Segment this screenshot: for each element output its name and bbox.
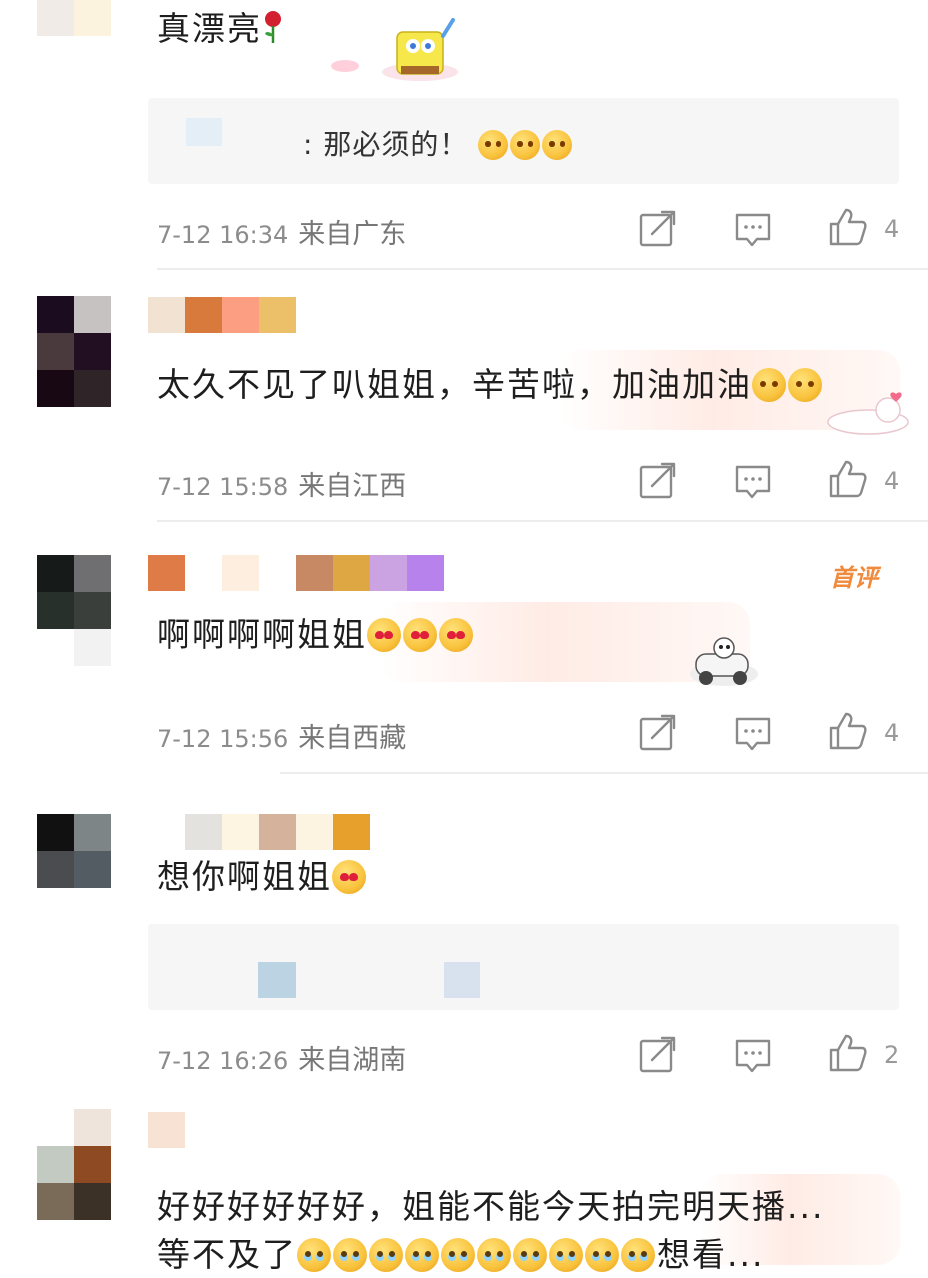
comment-location: 来自江西 <box>298 471 407 502</box>
avatar[interactable] <box>37 0 111 36</box>
first-comment-badge: 首评 <box>830 564 878 592</box>
comment-meta: 7-12 16:34 来自广东 <box>157 212 406 251</box>
comment-location: 来自广东 <box>298 219 407 250</box>
comment-icon[interactable] <box>733 1036 773 1076</box>
hug-emoji <box>752 368 786 402</box>
comment-time: 7-12 16:34 <box>157 221 289 249</box>
pleading-face-emoji <box>441 1238 475 1272</box>
comment-meta: 7-12 15:58 来自江西 <box>157 464 406 503</box>
pleading-face-emoji <box>477 1238 511 1272</box>
heart-eyes-emoji <box>439 618 473 652</box>
username-mosaic[interactable] <box>185 814 370 850</box>
comment-location: 来自湖南 <box>298 1045 407 1076</box>
avatar[interactable] <box>37 555 111 666</box>
pleading-face-emoji <box>621 1238 655 1272</box>
heart-eyes-emoji <box>403 618 437 652</box>
avatar[interactable] <box>37 296 111 407</box>
pleading-face-emoji <box>333 1238 367 1272</box>
comment-text: 啊啊啊啊姐姐 <box>157 612 475 658</box>
reply-box[interactable] <box>148 924 899 1010</box>
smile-emoji <box>510 130 541 160</box>
thumbs-up-icon[interactable] <box>828 207 868 247</box>
share-icon[interactable] <box>638 712 678 752</box>
rose-emoji <box>262 10 284 44</box>
comment-text-line2: 等不及了 想看... <box>157 1235 765 1274</box>
avatar[interactable] <box>37 814 111 888</box>
pleading-face-emoji <box>369 1238 403 1272</box>
reply-box[interactable]: : 那必须的！ <box>148 98 899 184</box>
comment-time: 7-12 15:56 <box>157 725 289 753</box>
love-struck-emoji <box>332 860 366 894</box>
comment-text-line1: 好好好好好好，姐能不能今天拍完明天播... <box>157 1187 825 1226</box>
comment-text: 真漂亮 <box>157 6 284 52</box>
cat-sticker <box>818 388 910 436</box>
reply-author-mosaic <box>186 118 222 146</box>
pleading-face-emoji <box>297 1238 331 1272</box>
thumbs-up-icon[interactable] <box>828 459 868 499</box>
username-mosaic[interactable] <box>148 1112 185 1148</box>
username-mosaic[interactable] <box>148 555 444 591</box>
comment-text: 想你啊姐姐 <box>157 854 368 900</box>
thumbs-up-icon[interactable] <box>828 711 868 751</box>
comment-1: 真漂亮 : 那必须的！ 7-12 16:34 来自广东 4 <box>0 0 928 270</box>
pleading-face-emoji <box>513 1238 547 1272</box>
reply-text: : 那必须的！ <box>303 123 574 163</box>
comment-meta: 7-12 16:26 来自湖南 <box>157 1038 406 1077</box>
pleading-face-emoji <box>585 1238 619 1272</box>
share-icon[interactable] <box>638 460 678 500</box>
comment-4: 想你啊姐姐 7-12 16:26 来自湖南 2 <box>0 774 928 1104</box>
comment-icon[interactable] <box>733 714 773 754</box>
race-car-sticker <box>684 632 764 690</box>
smile-emoji <box>542 130 573 160</box>
reply-author-mosaic <box>444 962 480 998</box>
reply-author-mosaic <box>258 962 296 998</box>
comment-icon[interactable] <box>733 462 773 502</box>
comment-location: 来自西藏 <box>298 723 407 754</box>
share-icon[interactable] <box>638 1034 678 1074</box>
heart-eyes-emoji <box>367 618 401 652</box>
comment-3: 首评 啊啊啊啊姐姐 7-12 15:56 来自西藏 4 <box>0 522 928 774</box>
comment-time: 7-12 16:26 <box>157 1047 289 1075</box>
pleading-face-emoji <box>405 1238 439 1272</box>
comment-time: 7-12 15:58 <box>157 473 289 501</box>
like-count: 2 <box>884 1041 900 1069</box>
comment-2: 太久不见了叭姐姐，辛苦啦，加油加油 7-12 15:58 来自江西 4 <box>0 270 928 522</box>
pleading-face-emoji <box>549 1238 583 1272</box>
username-mosaic[interactable] <box>148 297 296 333</box>
comment-icon[interactable] <box>733 210 773 250</box>
like-count: 4 <box>884 467 900 495</box>
share-icon[interactable] <box>638 208 678 248</box>
thumbs-up-icon[interactable] <box>828 1033 868 1073</box>
comment-5: 好好好好好好，姐能不能今天拍完明天播... 等不及了 想看... <box>0 1104 928 1274</box>
like-count: 4 <box>884 215 900 243</box>
like-count: 4 <box>884 719 900 747</box>
smile-emoji <box>478 130 509 160</box>
comment-text: 太久不见了叭姐姐，辛苦啦，加油加油 <box>157 362 824 408</box>
kiss-emoji <box>788 368 822 402</box>
avatar[interactable] <box>37 1109 111 1220</box>
comment-meta: 7-12 15:56 来自西藏 <box>157 716 406 755</box>
spongebob-sticker <box>325 14 460 84</box>
